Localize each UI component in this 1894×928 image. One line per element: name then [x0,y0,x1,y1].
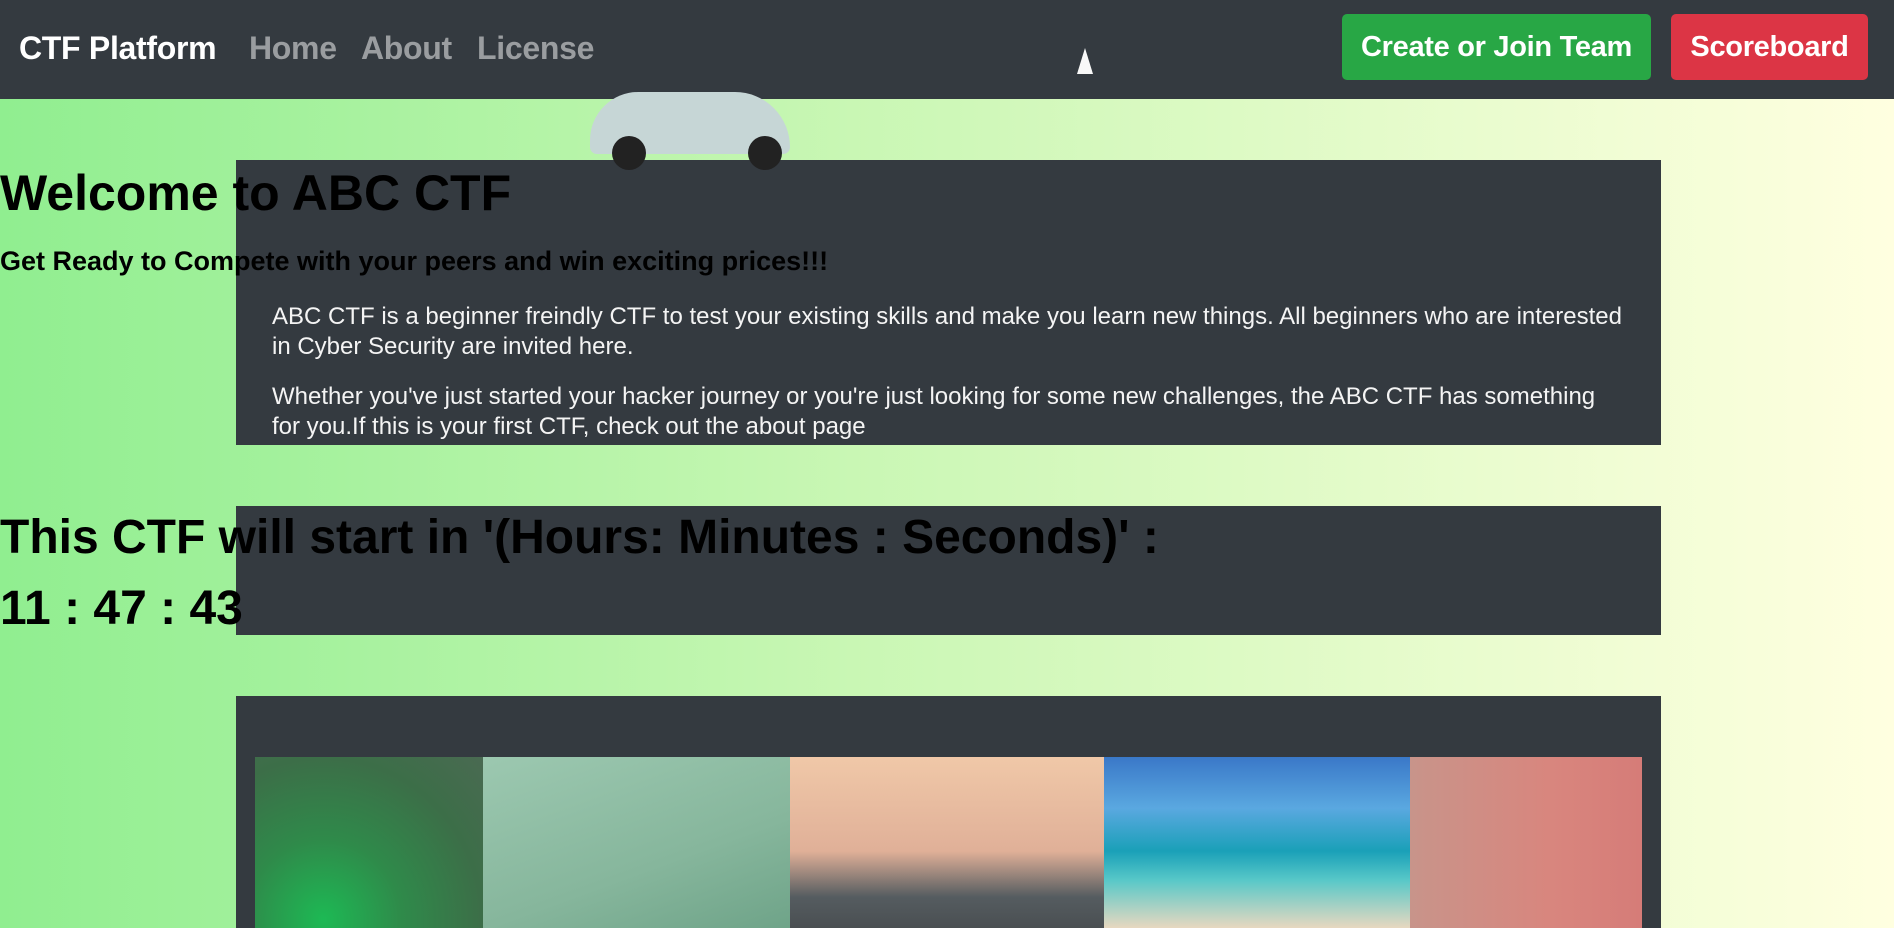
photo-beach-panel [1104,757,1410,928]
brand-link[interactable]: CTF Platform [19,26,217,70]
photo-car-panel [790,757,1104,928]
welcome-subtitle: Get Ready to Compete with your peers and… [0,246,829,276]
top-navbar: CTF Platform Home About License Create o… [0,0,1894,99]
intro-paragraph: ABC CTF is a beginner freindly CTF to te… [272,303,1622,360]
sailboat-icon [1077,48,1093,74]
photo-pink-area [1410,757,1642,928]
welcome-title: Welcome to ABC CTF [0,165,512,221]
about-paragraph: Whether you've just started your hacker … [272,383,1596,440]
nav-link-license[interactable]: License [477,26,594,70]
car-wheel [748,136,782,170]
photo-green-area [255,757,483,928]
countdown-timer: 11 : 47 : 43 [0,582,243,635]
nav-link-home[interactable]: Home [249,26,337,70]
scoreboard-button[interactable]: Scoreboard [1671,14,1868,80]
nav-link-about[interactable]: About [361,26,452,70]
banner-photo [255,757,1642,928]
countdown-label: This CTF will start in '(Hours: Minutes … [0,511,1159,564]
car-wheel [612,136,646,170]
create-join-team-button[interactable]: Create or Join Team [1342,14,1651,80]
photo-leaf-panel [483,757,798,928]
